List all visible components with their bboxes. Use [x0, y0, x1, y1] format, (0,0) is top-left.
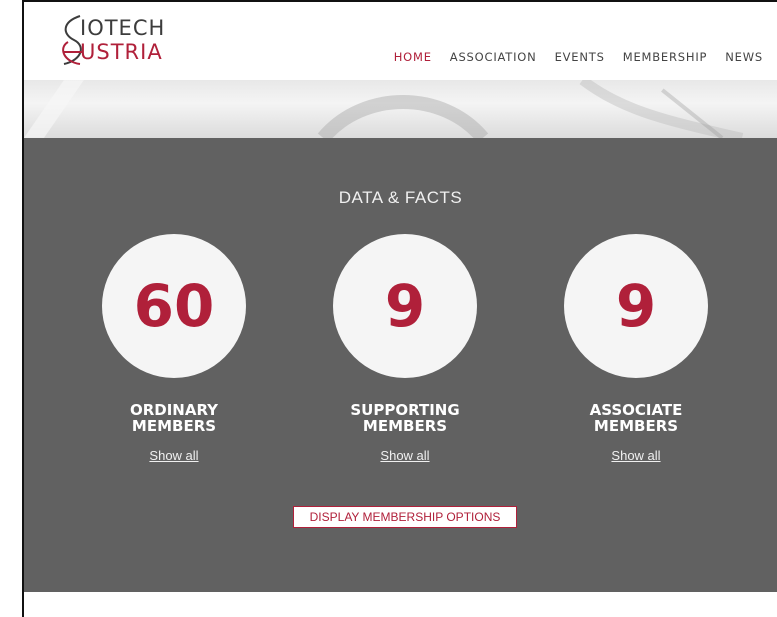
stat-circle: 9: [564, 234, 708, 378]
nav-association[interactable]: ASSOCIATION: [450, 50, 537, 64]
stat-label: SUPPORTING MEMBERS: [315, 402, 495, 434]
show-all-ordinary-link[interactable]: Show all: [149, 448, 198, 463]
stat-label-line2: MEMBERS: [362, 417, 448, 435]
nav-news[interactable]: NEWS: [725, 50, 763, 64]
stat-circle: 9: [333, 234, 477, 378]
stat-ordinary-members: 60 ORDINARY MEMBERS Show all: [84, 234, 264, 465]
nav-home[interactable]: HOME: [394, 50, 432, 64]
site-header: IOTECH USTRIA HOME ASSOCIATION EVENTS ME…: [24, 2, 777, 80]
stat-label-line1: ASSOCIATE: [589, 401, 683, 419]
stat-label-line1: ORDINARY: [129, 401, 219, 419]
stat-number: 60: [133, 272, 215, 340]
page-frame: IOTECH USTRIA HOME ASSOCIATION EVENTS ME…: [22, 0, 777, 617]
section-title: DATA & FACTS: [338, 188, 463, 207]
logo-text-biotech: IOTECH: [80, 16, 166, 40]
dna-strand-background-icon: [24, 80, 744, 138]
stat-number: 9: [615, 272, 657, 340]
main-nav: HOME ASSOCIATION EVENTS MEMBERSHIP NEWS: [394, 50, 763, 64]
stat-label: ORDINARY MEMBERS: [84, 402, 264, 434]
stat-label: ASSOCIATE MEMBERS: [546, 402, 726, 434]
biotech-austria-logo[interactable]: IOTECH USTRIA: [60, 10, 200, 68]
show-all-supporting-link[interactable]: Show all: [380, 448, 429, 463]
stat-label-line2: MEMBERS: [593, 417, 679, 435]
nav-events[interactable]: EVENTS: [555, 50, 605, 64]
stat-supporting-members: 9 SUPPORTING MEMBERS Show all: [315, 234, 495, 465]
nav-membership[interactable]: MEMBERSHIP: [623, 50, 708, 64]
stat-number: 9: [384, 272, 426, 340]
show-all-associate-link[interactable]: Show all: [611, 448, 660, 463]
stat-circle: 60: [102, 234, 246, 378]
data-facts-section: DATA & FACTS 60 ORDINARY MEMBERS Show al…: [24, 138, 777, 592]
stat-associate-members: 9 ASSOCIATE MEMBERS Show all: [546, 234, 726, 465]
logo-text-austria: USTRIA: [80, 40, 163, 64]
stat-label-line2: MEMBERS: [131, 417, 217, 435]
hero-banner-image: [24, 80, 777, 138]
stat-label-line1: SUPPORTING: [350, 401, 460, 419]
display-membership-options-button[interactable]: DISPLAY MEMBERSHIP OPTIONS: [293, 506, 517, 528]
